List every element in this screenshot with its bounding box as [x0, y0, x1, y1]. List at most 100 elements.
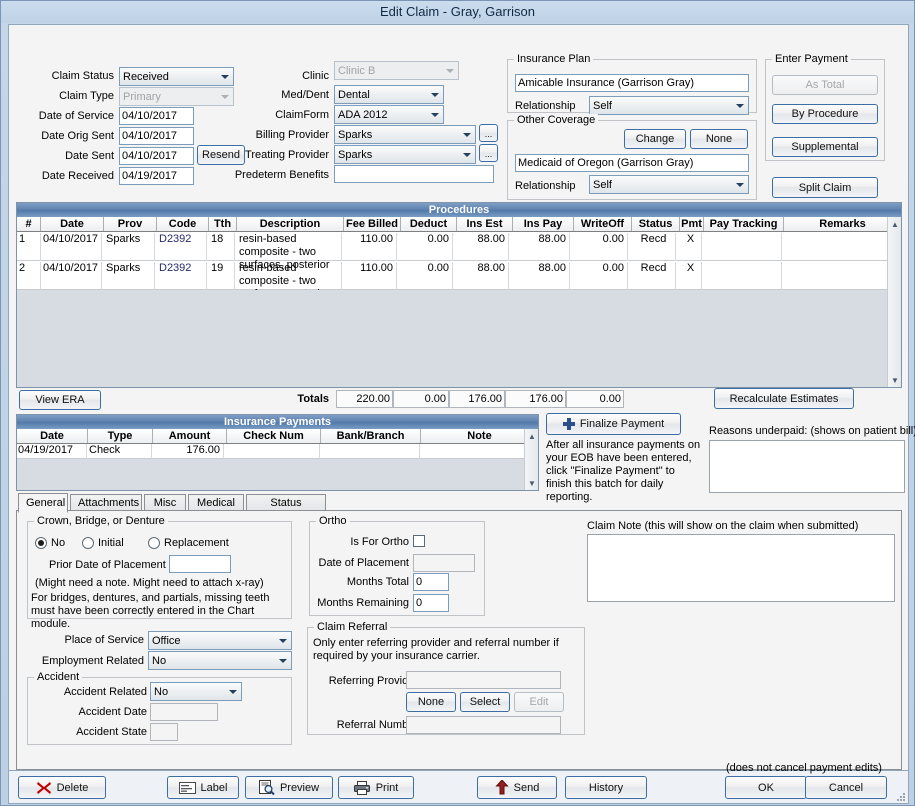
claim-form-label: ClaimForm [275, 109, 329, 121]
supplemental-button[interactable]: Supplemental [772, 137, 878, 157]
insurance-plan-relationship-select[interactable]: Self [589, 96, 749, 115]
claim-note-input[interactable] [587, 534, 895, 602]
date-of-service-input[interactable]: 04/10/2017 [119, 107, 194, 125]
other-coverage-plan-value[interactable]: Medicaid of Oregon (Garrison Gray) [515, 154, 749, 172]
other-coverage-none-button[interactable]: None [690, 129, 748, 149]
procedures-scrollbar[interactable]: ▲ ▼ [887, 217, 901, 387]
enter-payment-caption: Enter Payment [772, 53, 851, 65]
send-button[interactable]: Send [477, 776, 557, 799]
cell-deduct: 0.00 [401, 262, 453, 290]
label-button[interactable]: Label [167, 776, 239, 799]
date-sent-input[interactable]: 04/10/2017 [119, 147, 194, 165]
cell-date: 04/10/2017 [43, 233, 102, 261]
col-prov: Prov [104, 217, 157, 231]
insurance-payments-title: Insurance Payments [17, 415, 538, 429]
reasons-underpaid-input[interactable] [709, 440, 905, 493]
print-label: Print [375, 781, 399, 794]
referral-select-button[interactable]: Select [460, 692, 510, 712]
cell-num: 2 [19, 262, 41, 290]
crown-hint-1: (Might need a note. Might need to attach… [35, 577, 264, 589]
treating-provider-select[interactable]: Sparks [334, 145, 476, 164]
claim-referral-hint: Only enter referring provider and referr… [313, 637, 559, 662]
cell-ip-date: 04/19/2017 [18, 444, 87, 459]
scroll-up-icon[interactable]: ▲ [888, 217, 902, 231]
accident-related-select[interactable]: No [150, 682, 242, 701]
total-writeoff: 0.00 [566, 390, 624, 408]
scroll-down-icon[interactable]: ▼ [888, 373, 902, 387]
referral-none-button[interactable]: None [406, 692, 456, 712]
billing-provider-select[interactable]: Sparks [334, 125, 476, 144]
insurance-payments-scrollbar[interactable]: ▲ ▼ [524, 429, 538, 490]
cancel-button[interactable]: Cancel [805, 776, 887, 799]
place-of-service-select[interactable]: Office [148, 631, 292, 650]
med-dent-select[interactable]: Dental [334, 85, 444, 104]
history-button[interactable]: History [565, 776, 647, 799]
resize-grip-icon[interactable] [896, 792, 906, 802]
cell-ins-est: 88.00 [457, 233, 509, 261]
employment-related-select[interactable]: No [148, 651, 292, 670]
delete-button[interactable]: Delete [18, 776, 106, 799]
is-for-ortho-checkbox[interactable] [413, 535, 425, 547]
crown-radio-replacement-label: Replacement [164, 537, 229, 549]
months-total-label: Months Total [346, 576, 409, 588]
ortho-date-placement-input[interactable] [413, 554, 475, 572]
date-received-label: Date Received [41, 170, 114, 182]
table-row[interactable]: 04/19/2017 Check 176.00 [17, 444, 524, 459]
months-remaining-input[interactable]: 0 [413, 594, 449, 612]
treating-provider-more-button[interactable]: ... [479, 144, 498, 162]
accident-date-input[interactable] [150, 703, 218, 721]
accident-state-input[interactable] [150, 723, 178, 741]
insurance-plan-caption: Insurance Plan [514, 53, 594, 65]
crown-radio-replacement[interactable] [148, 537, 160, 549]
cell-code: D2392 [159, 233, 207, 261]
insurance-plan-value[interactable]: Amicable Insurance (Garrison Gray) [515, 74, 749, 92]
crown-radio-initial[interactable] [82, 537, 94, 549]
other-coverage-change-button[interactable]: Change [624, 129, 686, 149]
table-row[interactable]: 1 04/10/2017 Sparks D2392 18 resin-based… [17, 232, 887, 271]
cell-prov: Sparks [106, 262, 155, 290]
print-button[interactable]: Print [338, 776, 414, 799]
referring-provider-input[interactable] [406, 671, 561, 689]
billing-provider-label: Billing Provider [255, 129, 329, 141]
tab-general[interactable]: General [18, 493, 68, 513]
cell-ins-pay: 88.00 [513, 233, 570, 261]
other-coverage-caption: Other Coverage [514, 114, 599, 126]
table-row[interactable]: 2 04/10/2017 Sparks D2392 19 resin-based… [17, 261, 887, 300]
billing-provider-more-button[interactable]: ... [479, 124, 498, 142]
date-received-input[interactable]: 04/19/2017 [119, 167, 194, 185]
predeterm-benefits-label: Predeterm Benefits [234, 169, 329, 181]
send-label: Send [513, 781, 540, 794]
cell-ip-check-num [228, 444, 320, 459]
cell-code: D2392 [159, 262, 207, 290]
prior-date-of-placement-input[interactable] [169, 555, 231, 573]
cell-pay-tracking [704, 233, 782, 261]
crown-hint-2: For bridges, dentures, and partials, mis… [31, 592, 270, 630]
procedures-column-header: # Date Prov Code Tth Description Fee Bil… [17, 217, 901, 232]
scroll-up-icon[interactable]: ▲ [525, 429, 539, 443]
crown-radio-initial-label: Initial [98, 537, 124, 549]
claim-form-select[interactable]: ADA 2012 [334, 105, 444, 124]
referring-provider-label: Referring Provider [328, 675, 418, 687]
employment-related-label: Employment Related [41, 655, 144, 667]
recalculate-estimates-button[interactable]: Recalculate Estimates [714, 388, 854, 409]
cell-ip-amount: 176.00 [154, 444, 224, 459]
by-procedure-button[interactable]: By Procedure [772, 104, 878, 124]
ok-button[interactable]: OK [725, 776, 807, 799]
other-coverage-relationship-select[interactable]: Self [589, 175, 749, 194]
cell-date: 04/10/2017 [43, 262, 102, 290]
claim-type-select: Primary [119, 87, 234, 106]
date-orig-sent-input[interactable]: 04/10/2017 [119, 127, 194, 145]
months-total-input[interactable]: 0 [413, 573, 449, 591]
col-writeoff: WriteOff [574, 217, 632, 231]
predeterm-benefits-input[interactable] [334, 165, 494, 183]
referral-number-input[interactable] [406, 716, 561, 734]
split-claim-button[interactable]: Split Claim [772, 177, 878, 198]
as-total-label: As Total [805, 79, 845, 91]
view-era-button[interactable]: View ERA [19, 390, 101, 410]
preview-button[interactable]: Preview [245, 776, 333, 799]
claim-type-label: Claim Type [59, 90, 114, 102]
scroll-down-icon[interactable]: ▼ [525, 476, 539, 490]
crown-radio-no[interactable] [35, 537, 47, 549]
claim-status-select[interactable]: Received [119, 67, 234, 86]
finalize-payment-button[interactable]: Finalize Payment [546, 413, 681, 435]
